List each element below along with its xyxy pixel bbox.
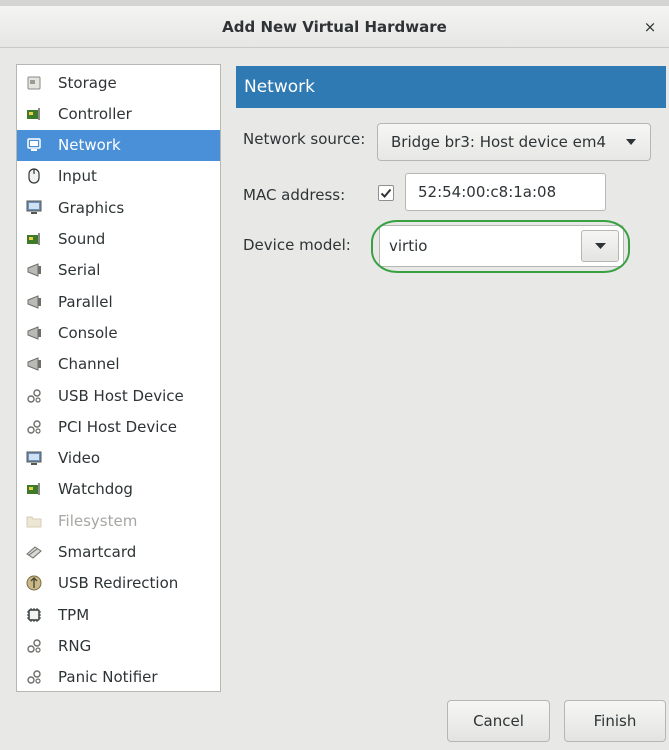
sidebar-item-label: Watchdog (58, 480, 133, 499)
sidebar-item-label: Network (58, 136, 121, 155)
title-bar: Add New Virtual Hardware × (0, 6, 669, 48)
console-port-icon (26, 325, 42, 341)
sidebar-item-serial[interactable]: Serial (17, 255, 220, 286)
device-model-label: Device model: (243, 236, 351, 254)
network-icon (26, 137, 42, 153)
sidebar-item-usb-redirection[interactable]: USB Redirection (17, 568, 220, 599)
sidebar-item-label: Graphics (58, 198, 125, 217)
sidebar-item-label: USB Host Device (58, 386, 184, 405)
chevron-down-icon (626, 139, 636, 145)
sidebar-item-label: Channel (58, 355, 120, 374)
checkmark-icon (380, 188, 392, 198)
monitor-icon (26, 200, 42, 216)
channel-port-icon (26, 356, 42, 372)
window-title: Add New Virtual Hardware (222, 18, 447, 36)
device-model-combobox[interactable]: virtio (379, 225, 624, 267)
serial-port-icon (26, 262, 42, 278)
mouse-icon (26, 168, 42, 184)
sidebar-item-graphics[interactable]: Graphics (17, 192, 220, 223)
close-button[interactable]: × (637, 6, 663, 48)
network-source-value: Bridge br3: Host device em4 (391, 133, 607, 151)
sidebar-item-panic-notifier[interactable]: Panic Notifier (17, 662, 220, 693)
sidebar-item-label: Serial (58, 261, 101, 280)
video-icon (26, 450, 42, 466)
sidebar-item-label: TPM (58, 605, 90, 624)
sidebar-item-tpm[interactable]: TPM (17, 599, 220, 630)
sound-card-icon (26, 231, 42, 247)
usb-redirection-icon (26, 575, 42, 591)
sidebar-item-pci-host-device[interactable]: PCI Host Device (17, 411, 220, 442)
finish-button[interactable]: Finish (564, 700, 666, 742)
panic-notifier-icon (26, 669, 42, 685)
smartcard-icon (26, 544, 42, 560)
sidebar-item-label: RNG (58, 636, 92, 655)
usb-device-icon (26, 388, 42, 404)
sidebar-item-label: Parallel (58, 292, 113, 311)
network-source-dropdown[interactable]: Bridge br3: Host device em4 (377, 123, 651, 161)
pci-device-icon (26, 419, 42, 435)
sidebar-item-input[interactable]: Input (17, 161, 220, 192)
parallel-port-icon (26, 294, 42, 310)
sidebar-item-label: Panic Notifier (58, 668, 158, 687)
sidebar-item-label: Console (58, 323, 118, 342)
sidebar-item-filesystem[interactable]: Filesystem (17, 505, 220, 536)
section-header: Network (236, 66, 666, 108)
sidebar-item-controller[interactable]: Controller (17, 98, 220, 129)
watchdog-icon (26, 481, 42, 497)
sidebar-item-label: Controller (58, 104, 132, 123)
folder-icon (26, 513, 42, 529)
sidebar-item-smartcard[interactable]: Smartcard (17, 537, 220, 568)
sidebar-item-label: Storage (58, 73, 117, 92)
sidebar-item-label: Smartcard (58, 543, 137, 561)
mac-address-field[interactable] (405, 173, 606, 211)
section-title: Network (244, 77, 315, 97)
sidebar-item-label: USB Redirection (58, 574, 179, 593)
mac-address-checkbox[interactable] (378, 185, 394, 201)
storage-icon (26, 75, 42, 91)
sidebar-item-channel[interactable]: Channel (17, 349, 220, 380)
sidebar-item-video[interactable]: Video (17, 443, 220, 474)
hardware-type-list: Storage Controller Network Input Graphics Sou… (16, 64, 221, 692)
sidebar-item-label: Input (58, 167, 97, 186)
controller-icon (26, 106, 42, 122)
mac-address-label: MAC address: (243, 186, 346, 204)
rng-icon (26, 638, 42, 654)
sidebar-item-label: PCI Host Device (58, 417, 177, 436)
sidebar-item-network[interactable]: Network (17, 129, 220, 161)
sidebar-item-sound[interactable]: Sound (17, 224, 220, 255)
device-model-dropdown-button[interactable] (581, 230, 619, 262)
sidebar-item-watchdog[interactable]: Watchdog (17, 474, 220, 505)
cancel-button[interactable]: Cancel (447, 700, 550, 742)
chevron-down-icon (595, 243, 606, 249)
sidebar-item-label: Video (58, 449, 101, 468)
sidebar-item-usb-host-device[interactable]: USB Host Device (17, 380, 220, 411)
device-model-value: virtio (389, 237, 428, 255)
sidebar-item-storage[interactable]: Storage (17, 67, 220, 98)
sidebar-item-label: Sound (58, 230, 106, 248)
sidebar-item-rng[interactable]: RNG (17, 630, 220, 661)
sidebar-item-console[interactable]: Console (17, 317, 220, 348)
sidebar-item-parallel[interactable]: Parallel (17, 286, 220, 317)
network-source-label: Network source: (243, 130, 366, 148)
tpm-chip-icon (26, 607, 42, 623)
sidebar-item-label: Filesystem (58, 511, 138, 530)
